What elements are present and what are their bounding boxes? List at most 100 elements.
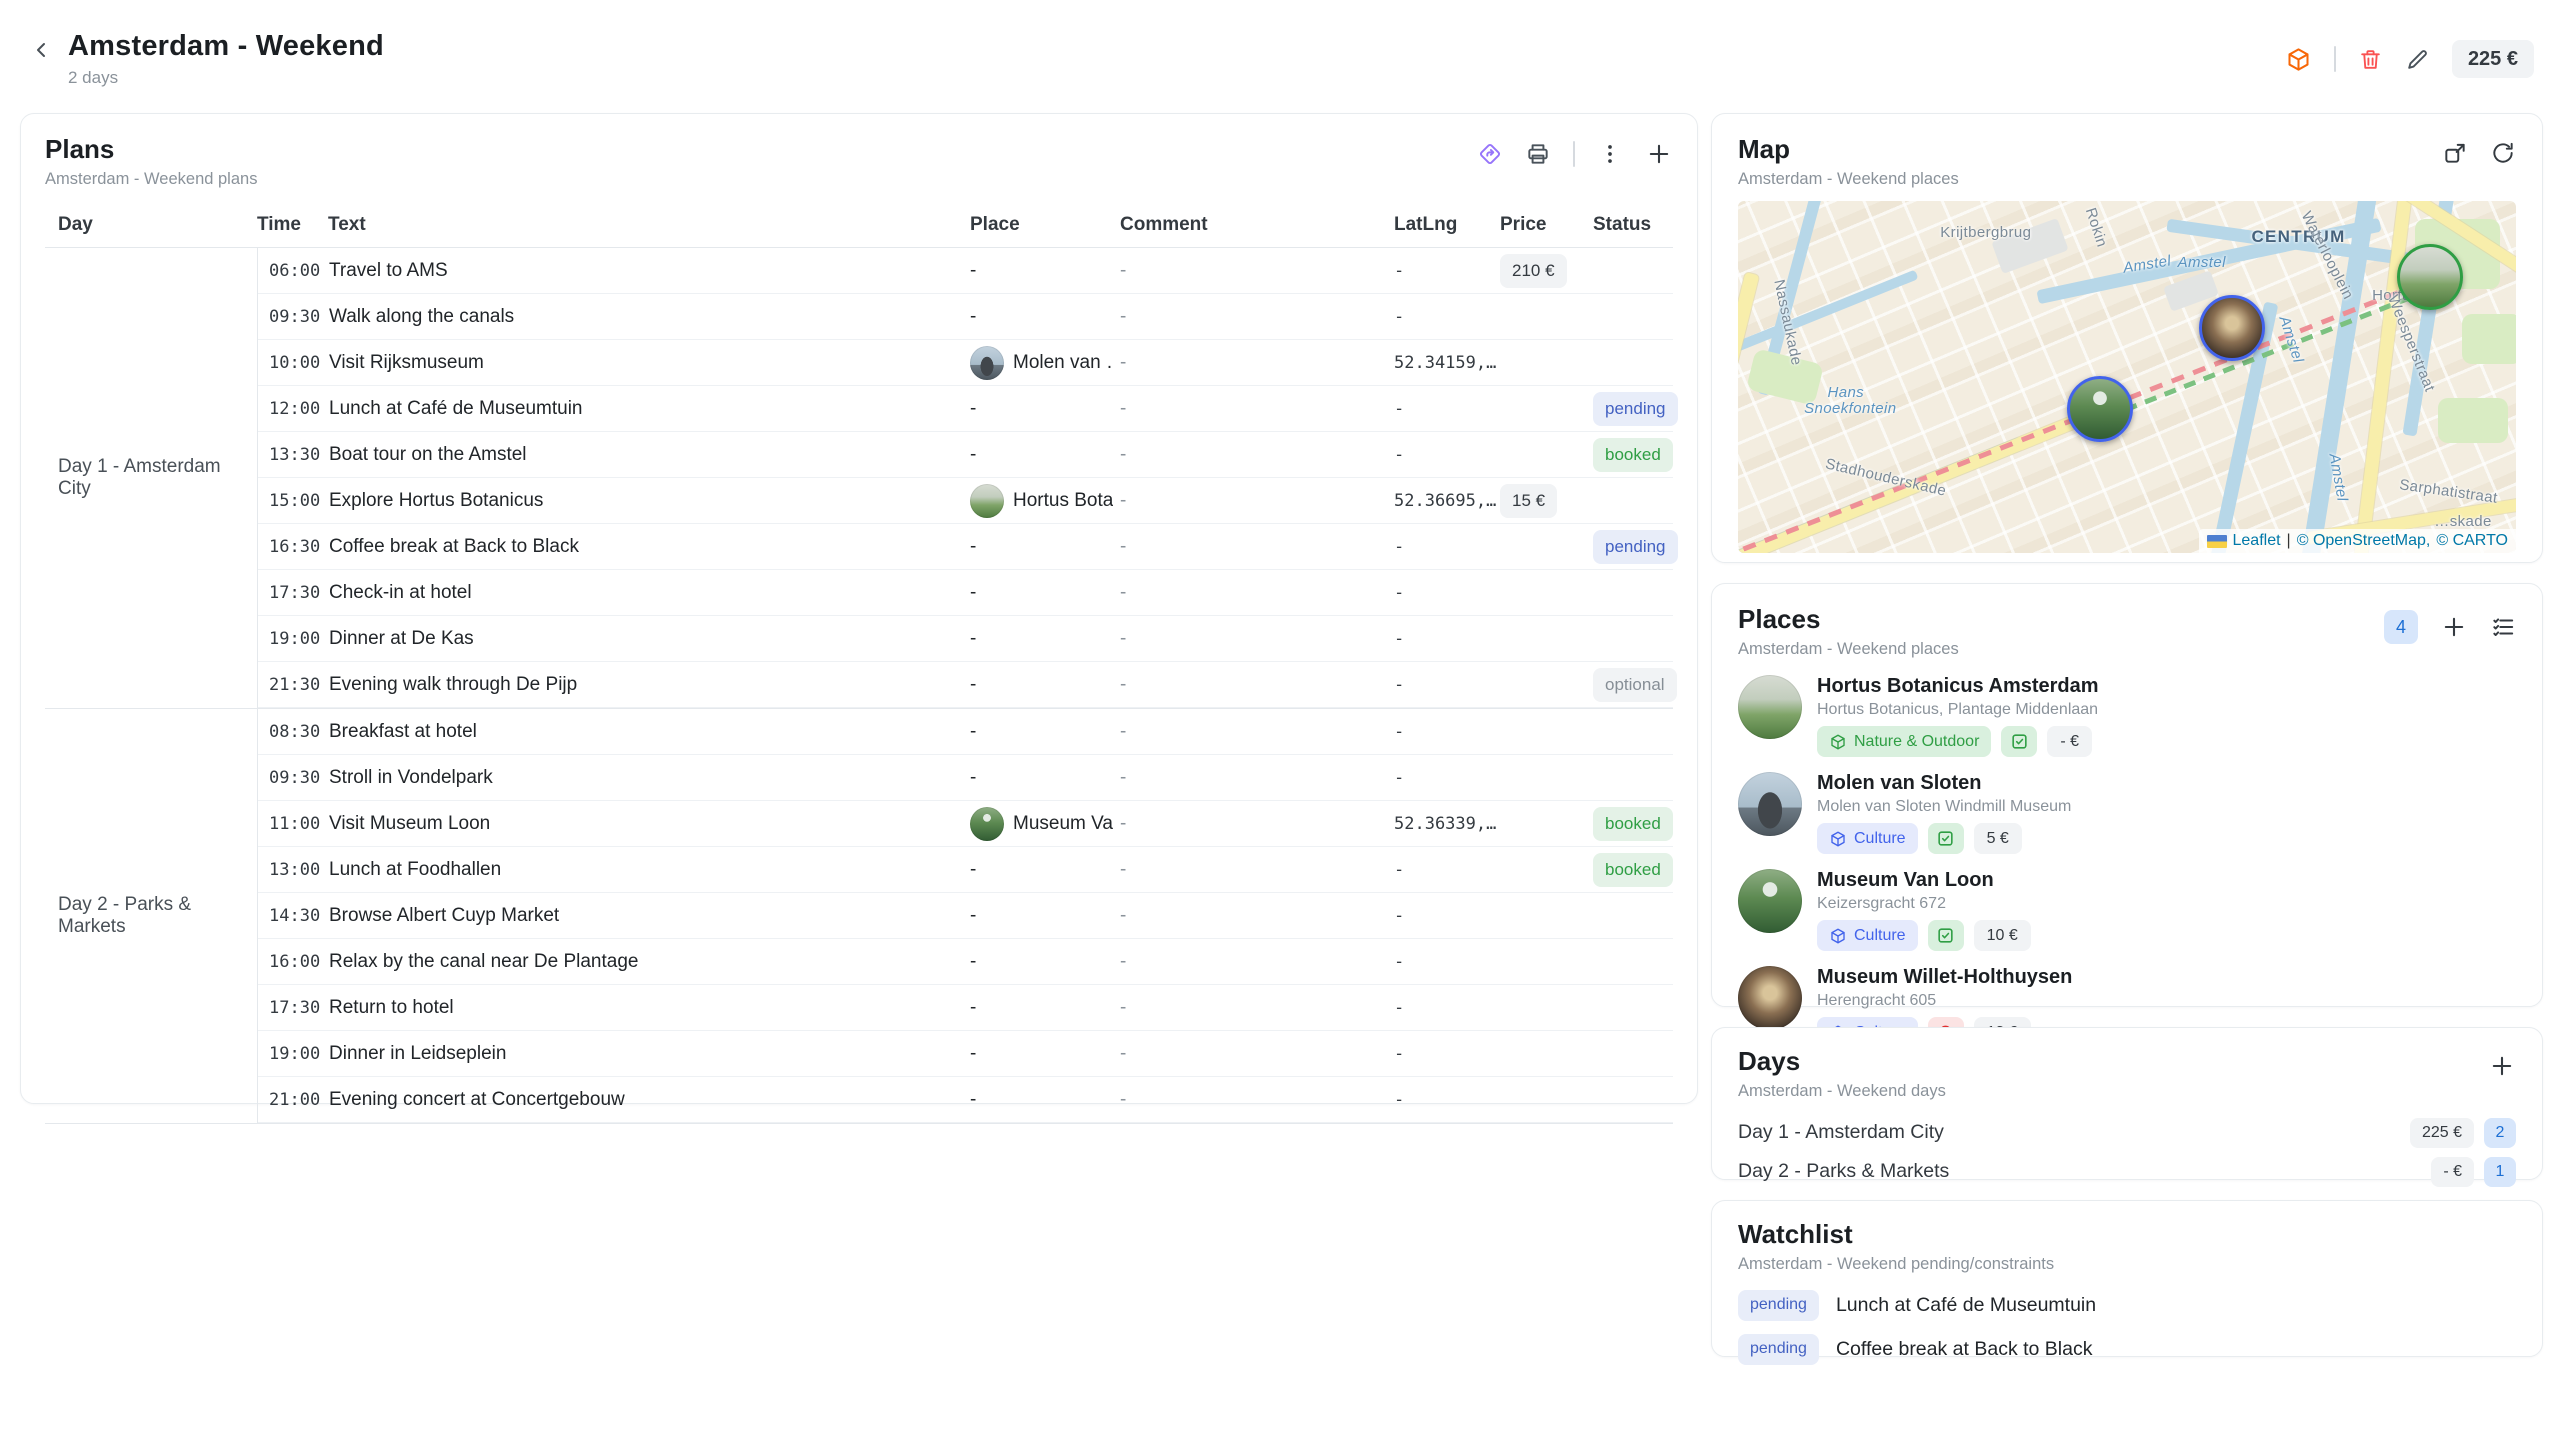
plan-text: Visit Museum Loon — [329, 813, 970, 835]
place-address: Keizersgracht 672 — [1817, 895, 2031, 913]
watchlist-text: Lunch at Café de Museumtuin — [1836, 1294, 2096, 1317]
plan-text: Breakfast at hotel — [329, 721, 970, 743]
plan-row[interactable]: 10:00 Visit Rijksmuseum Molen van … - 52… — [258, 340, 1673, 386]
map-marker[interactable] — [2397, 244, 2463, 310]
map-expand-button[interactable] — [2442, 140, 2468, 166]
checkbox-checked-icon — [1936, 926, 1955, 945]
plan-row[interactable]: 12:00 Lunch at Café de Museumtuin - - - … — [258, 386, 1673, 432]
place-address: Molen van Sloten Windmill Museum — [1817, 798, 2071, 816]
plan-status-badge: pending — [1593, 530, 1678, 564]
map-marker[interactable] — [2067, 376, 2133, 442]
plan-comment: - — [1120, 306, 1394, 328]
delete-trip-button[interactable] — [2358, 47, 2383, 72]
plan-row[interactable]: 15:00 Explore Hortus Botanicus Hortus Bo… — [258, 478, 1673, 524]
plan-text: Relax by the canal near De Plantage — [329, 951, 970, 973]
plan-text: Travel to AMS — [329, 260, 970, 282]
plan-time: 21:00 — [258, 1090, 329, 1110]
plan-row[interactable]: 08:30 Breakfast at hotel - - - — [258, 709, 1673, 755]
export-package-button[interactable] — [2285, 46, 2312, 73]
watchlist-row[interactable]: pending Coffee break at Back to Black — [1738, 1330, 2516, 1368]
plan-place: - — [970, 260, 1120, 282]
plan-place: - — [970, 444, 1120, 466]
plan-place: - — [970, 306, 1120, 328]
map-canvas[interactable]: Krijtbergbrug Rokin Amstel Amstel CENTRU… — [1738, 201, 2516, 553]
day-price-badge: - € — [2431, 1157, 2474, 1187]
place-visit-flag[interactable] — [1928, 920, 1964, 951]
plan-comment: - — [1120, 674, 1394, 696]
watchlist-row[interactable]: pending Lunch at Café de Museumtuin — [1738, 1286, 2516, 1324]
plan-row[interactable]: 21:30 Evening walk through De Pijp - - -… — [258, 662, 1673, 708]
plan-place-name: Hortus Bota… — [1013, 490, 1113, 512]
back-button[interactable] — [30, 38, 54, 62]
plan-place: - — [970, 582, 1120, 604]
edit-trip-button[interactable] — [2405, 47, 2430, 72]
trip-total-badge: 225 € — [2452, 40, 2534, 78]
add-plan-button[interactable] — [1645, 140, 1673, 168]
expand-icon — [2442, 140, 2468, 166]
plan-row[interactable]: 14:30 Browse Albert Cuyp Market - - - — [258, 893, 1673, 939]
plan-latlng: 52.36695,… — [1394, 491, 1500, 511]
add-day-button[interactable] — [2488, 1052, 2516, 1080]
plan-place-name: - — [970, 398, 976, 420]
plan-comment: - — [1120, 1043, 1394, 1065]
plan-comment: - — [1120, 767, 1394, 789]
plans-table-header: Day Time Text Place Comment LatLng Price… — [45, 203, 1673, 248]
map-marker[interactable] — [2199, 295, 2265, 361]
plans-menu-button[interactable] — [1597, 141, 1623, 167]
places-count-badge: 4 — [2384, 610, 2418, 644]
place-visit-flag[interactable] — [1928, 823, 1964, 854]
plan-text: Evening concert at Concertgebouw — [329, 1089, 970, 1111]
place-list-item[interactable]: Hortus Botanicus Amsterdam Hortus Botani… — [1738, 675, 2516, 757]
plan-place-name: - — [970, 260, 976, 282]
plan-row[interactable]: 21:00 Evening concert at Concertgebouw -… — [258, 1077, 1673, 1123]
plan-row[interactable]: 09:30 Walk along the canals - - - — [258, 294, 1673, 340]
place-list-item[interactable]: Molen van Sloten Molen van Sloten Windmi… — [1738, 772, 2516, 854]
plan-latlng: 52.36339,… — [1394, 814, 1500, 834]
map-title: Map — [1738, 134, 1959, 165]
plan-row[interactable]: 11:00 Visit Museum Loon Museum Va… - 52.… — [258, 801, 1673, 847]
place-category-label: Culture — [1854, 830, 1906, 848]
plan-comment: - — [1120, 260, 1394, 282]
plan-row[interactable]: 19:00 Dinner in Leidseplein - - - — [258, 1031, 1673, 1077]
cube-icon — [1829, 830, 1847, 848]
map-park — [2438, 398, 2508, 443]
plan-row[interactable]: 06:00 Travel to AMS - - - 210 € — [258, 248, 1673, 294]
plan-place: - — [970, 398, 1120, 420]
plan-row[interactable]: 16:00 Relax by the canal near De Plantag… — [258, 939, 1673, 985]
plan-latlng: - — [1394, 629, 1500, 649]
osm-link[interactable]: © OpenStreetMap, — [2297, 532, 2431, 550]
route-button[interactable] — [1477, 141, 1503, 167]
places-checklist-button[interactable] — [2490, 614, 2516, 640]
places-title: Places — [1738, 604, 1959, 635]
plan-status-badge: optional — [1593, 668, 1677, 702]
plan-status-badge: booked — [1593, 853, 1673, 887]
place-photo — [1738, 869, 1802, 933]
map-street-label: Amstel — [2178, 254, 2226, 271]
day-row[interactable]: Day 2 - Parks & Markets - € 1 — [1738, 1152, 2516, 1191]
watchlist-status-badge: pending — [1738, 1334, 1819, 1365]
leaflet-link[interactable]: Leaflet — [2233, 532, 2281, 550]
watchlist-status-badge: pending — [1738, 1290, 1819, 1321]
plans-toolbar-divider — [1573, 141, 1575, 167]
map-refresh-button[interactable] — [2490, 140, 2516, 166]
place-visit-flag[interactable] — [2001, 726, 2037, 757]
plan-row[interactable]: 13:00 Lunch at Foodhallen - - - booked — [258, 847, 1673, 893]
day-row[interactable]: Day 1 - Amsterdam City 225 € 2 — [1738, 1113, 2516, 1152]
plan-row[interactable]: 09:30 Stroll in Vondelpark - - - — [258, 755, 1673, 801]
map-card: Map Amsterdam - Weekend places — [1711, 113, 2543, 563]
carto-link[interactable]: © CARTO — [2436, 532, 2508, 550]
plan-comment: - — [1120, 582, 1394, 604]
plan-text: Visit Rijksmuseum — [329, 352, 970, 374]
add-place-button[interactable] — [2440, 613, 2468, 641]
day-group-label: Day 2 - Parks & Markets — [45, 709, 257, 1123]
plan-row[interactable]: 17:30 Return to hotel - - - — [258, 985, 1673, 1031]
column-header-text: Text — [328, 214, 970, 236]
place-photo — [1738, 966, 1802, 1030]
plan-row[interactable]: 17:30 Check-in at hotel - - - — [258, 570, 1673, 616]
plan-row[interactable]: 16:30 Coffee break at Back to Black - - … — [258, 524, 1673, 570]
place-name: Museum Van Loon — [1817, 869, 2031, 892]
plan-row[interactable]: 19:00 Dinner at De Kas - - - — [258, 616, 1673, 662]
plan-row[interactable]: 13:30 Boat tour on the Amstel - - - book… — [258, 432, 1673, 478]
place-list-item[interactable]: Museum Van Loon Keizersgracht 672 Cultur… — [1738, 869, 2516, 951]
print-button[interactable] — [1525, 141, 1551, 167]
